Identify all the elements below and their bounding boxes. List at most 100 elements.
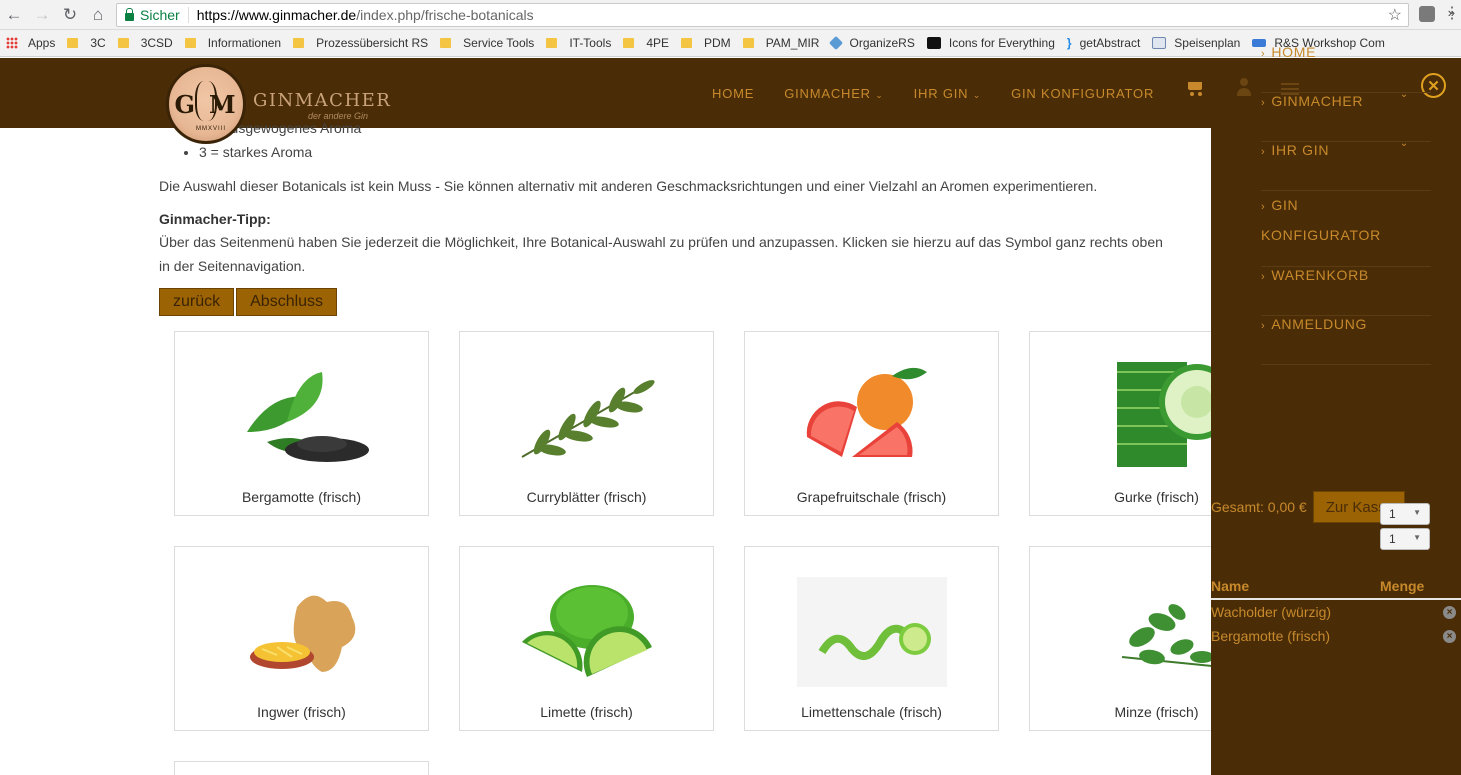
chevron-right-icon: › [1261,146,1266,158]
logo-wordmark[interactable]: GINMACHER [253,90,391,111]
secure-label: Sicher [140,7,180,23]
side-menu-label: KONFIGURATOR [1261,227,1381,243]
botanical-card[interactable]: Grapefruitschale (frisch) [744,331,999,516]
bookmark-speisenplan[interactable]: Speisenplan [1146,30,1246,56]
bookmark-organizers[interactable]: OrganizeRS [825,30,920,56]
column-header-name: Name [1211,578,1250,594]
bookmark-icons-for-everything[interactable]: Icons for Everything [921,30,1061,56]
botanical-card[interactable]: Ingwer (frisch) [174,546,429,731]
step-buttons: zurück Abschluss [159,288,1299,316]
bookmark-label: 3C [90,36,106,50]
botanical-name: Ingwer (frisch) [257,704,346,720]
selection-item-name[interactable]: Bergamotte (frisch) [1211,628,1330,644]
chevron-right-icon: › [1261,201,1266,213]
side-menu-item-ginmacher[interactable]: › GINMACHER ⌄ [1261,89,1431,142]
nav-home[interactable]: HOME [712,86,784,101]
url-path: /index.php/frische-botanicals [356,7,534,23]
selection-row: Bergamotte (frisch) × [1211,628,1461,644]
bookmark-label: PAM_MIR [765,36,820,50]
caret-down-icon: ▼ [1413,508,1421,517]
folder-icon [546,38,558,48]
address-bar[interactable]: Sicher https://www.ginmacher.de/index.ph… [116,3,1409,27]
bookmarks-overflow-icon[interactable]: » [1448,5,1455,20]
column-header-quantity: Menge [1380,578,1425,594]
bookmark-informationen[interactable]: Informationen [179,30,287,56]
side-menu-label: WARENKORB [1271,267,1369,283]
side-menu-item-anmeldung[interactable]: › ANMELDUNG [1261,316,1431,365]
bookmark-star-icon[interactable]: ☆ [1388,5,1402,25]
tipp-text-line: in der Seitennavigation. [159,258,306,274]
side-menu-item-ihr-gin[interactable]: › IHR GIN ⌄ [1261,138,1431,191]
bookmark-label: 3CSD [140,36,173,50]
cart-icon[interactable] [1186,80,1206,98]
botanical-name: Curryblätter (frisch) [526,489,647,505]
botanical-card[interactable] [174,761,429,775]
nav-label: HOME [712,85,755,101]
chevron-down-icon: ⌄ [972,89,982,100]
bookmark-prozessuebersicht[interactable]: Prozessübersicht RS [287,30,434,56]
side-menu-item-warenkorb[interactable]: › WARENKORB [1261,267,1431,316]
botanical-card[interactable]: Curryblätter (frisch) [459,331,714,516]
bookmark-apps[interactable]: Apps [0,30,61,56]
bookmark-3c[interactable]: 3C [61,30,111,56]
bookmark-pdm[interactable]: PDM [675,30,737,56]
chevron-right-icon: › [1261,48,1266,60]
folder-icon [681,38,693,48]
quantity-select[interactable]: 1 ▼ [1380,528,1430,550]
ginmacher-logo[interactable]: GM MMXVIII [166,64,246,144]
nav-ihr-gin[interactable]: IHR GIN ⌄ [914,86,1011,101]
user-icon[interactable] [1236,78,1252,96]
lime-peel-image [796,577,947,687]
back-button[interactable]: zurück [159,288,235,316]
url-host: https://www.ginmacher.de [196,7,357,23]
forward-arrow-icon[interactable]: → [28,1,56,29]
lock-icon [125,7,134,21]
selection-item-name[interactable]: Wacholder (würzig) [1211,604,1331,620]
nav-ginmacher[interactable]: GINMACHER ⌄ [784,86,913,101]
quantity-select[interactable]: 1 ▼ [1380,503,1430,525]
bookmark-label: Icons for Everything [948,36,1055,50]
bookmark-service-tools[interactable]: Service Tools [434,30,540,56]
bookmark-label: OrganizeRS [849,36,915,50]
folder-icon [440,38,452,48]
botanical-card[interactable]: Limette (frisch) [459,546,714,731]
side-menu-item-home[interactable]: › HOME [1261,44,1431,93]
side-menu-label: IHR GIN [1271,142,1330,158]
cart-total-row: Gesamt: 0,00 € Zur Kasse [1211,491,1405,523]
folder-icon [293,38,305,48]
bookmark-3csd[interactable]: 3CSD [112,30,179,56]
tipp-heading: Ginmacher-Tipp: [159,211,271,227]
url-text[interactable]: https://www.ginmacher.de/index.php/frisc… [189,7,534,23]
home-icon[interactable]: ⌂ [84,1,112,29]
back-arrow-icon[interactable]: ← [0,1,28,29]
bookmark-label: 4PE [646,36,670,50]
bookmark-label: Informationen [207,36,282,50]
bookmark-label: getAbstract [1079,36,1141,50]
apps-grid-icon [6,37,18,49]
finish-button[interactable]: Abschluss [236,288,338,316]
bookmark-label: PDM [704,36,731,50]
selection-row: Wacholder (würzig) × [1211,604,1461,620]
remove-icon[interactable]: × [1443,606,1456,619]
nav-gin-konfigurator[interactable]: GIN KONFIGURATOR [1011,86,1184,101]
tipp-text-line: Über das Seitenmenü haben Sie jederzeit … [159,234,1163,250]
bookmark-pam-mir[interactable]: PAM_MIR [737,30,826,56]
extension-icon[interactable] [1419,6,1435,22]
secure-indicator[interactable]: Sicher [117,7,189,23]
folder-icon [67,38,79,48]
aroma-legend: 2 = ausgewogenes Aroma 3 = starkes Aroma [159,116,1299,164]
side-menu-item-gin-konfigurator[interactable]: › GIN KONFIGURATOR [1261,191,1431,267]
bookmark-it-tools[interactable]: IT-Tools [540,30,617,56]
grapefruit-image [806,367,927,457]
botanical-card[interactable]: Bergamotte (frisch) [174,331,429,516]
chevron-down-icon[interactable]: ⌄ [1400,89,1409,100]
botanical-card[interactable]: Limettenschale (frisch) [744,546,999,731]
chevron-down-icon[interactable]: ⌄ [1400,138,1409,149]
botanical-name: Grapefruitschale (frisch) [796,489,947,505]
bookmark-4pe[interactable]: 4PE [617,30,675,56]
cart-total-label: Gesamt: 0,00 € [1211,499,1307,515]
reload-icon[interactable]: ↻ [56,1,84,29]
remove-icon[interactable]: × [1443,630,1456,643]
bookmark-getabstract[interactable]: } getAbstract [1061,30,1146,56]
diamond-icon [829,35,844,51]
